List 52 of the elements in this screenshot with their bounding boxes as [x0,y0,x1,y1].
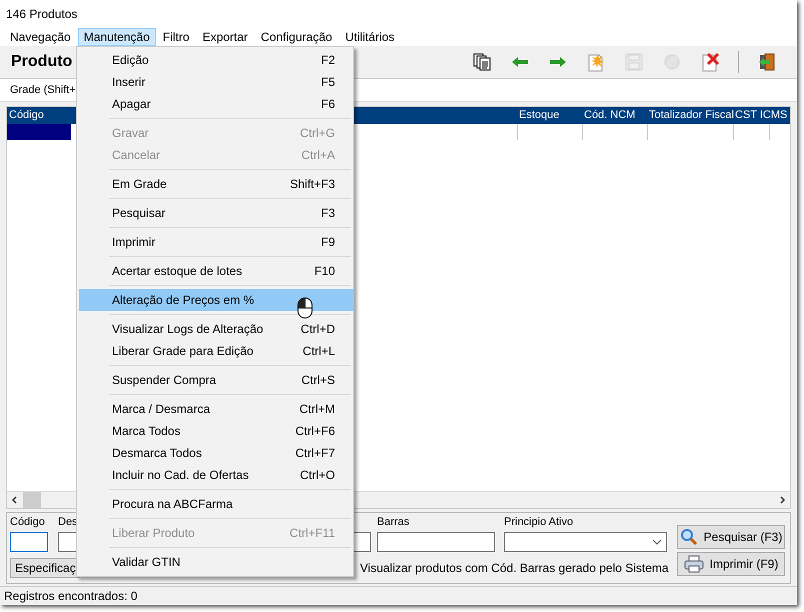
column-header[interactable]: Totalizador Fiscal [649,109,734,121]
menu-item[interactable]: Validar GTIN [79,551,351,573]
menu-bar-item[interactable]: Navegação [4,28,77,46]
specification-tab-button[interactable]: Especificaç [10,558,80,578]
mouse-cursor-icon [296,297,314,319]
delete-icon[interactable] [700,52,720,72]
exit-door-icon[interactable] [757,52,777,72]
menu-item[interactable]: Desmarca Todos Ctrl+F7 [79,442,351,464]
menu-bar-item[interactable]: Utilitários [339,28,401,46]
menu-item[interactable]: Suspender Compra Ctrl+S [79,369,351,391]
search-button[interactable]: Pesquisar (F3) [677,525,785,549]
scroll-thumb[interactable] [23,492,41,508]
menu-item[interactable]: Em Grade Shift+F3 [79,173,351,195]
menu-item[interactable]: Acertar estoque de lotes F10 [79,260,351,282]
column-header[interactable]: CST ICMS [735,109,788,121]
chevron-down-icon [652,539,662,545]
code-field[interactable] [10,532,48,552]
menu-item[interactable]: Apagar F6 [79,93,351,115]
field-label: Barras [377,516,410,530]
column-header[interactable]: Código [9,109,44,121]
search-icon [680,528,698,546]
form-title: Produto [11,53,72,71]
menu-item[interactable]: Procura na ABCFarma [79,493,351,515]
window-title: 146 Produtos [6,7,78,21]
menu-item[interactable]: Marca Todos Ctrl+F6 [79,420,351,442]
active-ingredient-dropdown[interactable] [504,532,667,552]
field-label: Código [10,516,46,530]
menu-item[interactable]: Edição F2 [79,49,351,71]
column-header[interactable]: Cód. NCM [584,109,636,121]
grid-tab[interactable]: Grade (Shift+ [10,84,76,96]
status-text: Registros encontrados: 0 [4,589,138,603]
checkbox-label[interactable]: Visualizar produtos com Cód. Barras gerado pelo Sistema [360,561,669,575]
menu-item[interactable]: Imprimir F9 [79,231,351,253]
printer-icon [684,555,704,573]
menu-item[interactable]: Marca / Desmarca Ctrl+M [79,398,351,420]
selected-cell[interactable] [7,124,71,140]
menu-item[interactable]: Inserir F5 [79,71,351,93]
menu-item[interactable]: Liberar Grade para Edição Ctrl+L [79,340,351,362]
new-document-icon[interactable] [586,52,606,72]
print-button[interactable]: Imprimir (F9) [677,552,785,576]
menu-bar-item[interactable]: Filtro [156,28,196,46]
menu-bar-item[interactable]: Exportar [196,28,254,46]
field-label: Principio Ativo [504,516,574,530]
column-header[interactable]: Estoque [519,109,560,121]
menu-bar-item[interactable]: Manutenção [78,28,156,46]
menu-item[interactable]: Visualizar Logs de Alteração Ctrl+D [79,318,351,340]
menu-item[interactable]: Alteração de Preços em % [79,289,354,311]
menu-bar-item[interactable]: Configuração [254,28,338,46]
documents-icon[interactable] [472,52,492,72]
barcode-field[interactable] [377,532,495,552]
menu-item[interactable]: Pesquisar F3 [79,202,351,224]
menu-item[interactable]: Incluir no Cad. de Ofertas Ctrl+O [79,464,351,486]
